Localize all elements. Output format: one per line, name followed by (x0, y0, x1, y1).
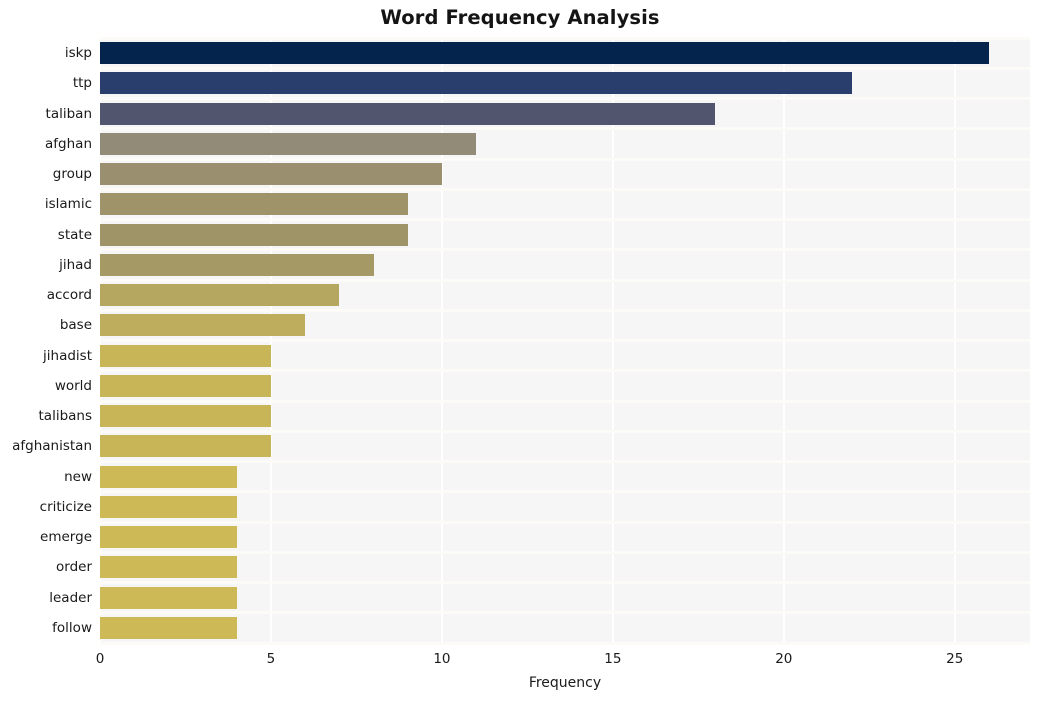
chart-figure: Word Frequency Analysis iskp ttp taliban af… (0, 0, 1040, 701)
bar-base[interactable] (100, 314, 306, 337)
y-tick-label-emerge: emerge (40, 529, 92, 546)
x-tick-label-5: 5 (266, 651, 276, 667)
bar-afghan[interactable] (100, 132, 477, 155)
row-separator (100, 399, 1030, 403)
bar-talibans[interactable] (100, 405, 271, 428)
row-separator (100, 490, 1030, 494)
bar-leader[interactable] (100, 586, 237, 609)
y-axis-tick-labels: iskp ttp taliban afghan group islamic state jih… (0, 38, 92, 643)
row-separator (100, 248, 1030, 252)
row-separator (100, 429, 1030, 433)
y-tick-label-group: group (52, 166, 92, 183)
row-separator (100, 369, 1030, 373)
bar-islamic[interactable] (100, 193, 408, 216)
row-separator (100, 641, 1030, 645)
bar-follow[interactable] (100, 616, 237, 639)
row-separator (100, 187, 1030, 191)
y-tick-label-world: world (54, 377, 92, 394)
y-tick-label-iskp: iskp (64, 45, 92, 62)
bar-new[interactable] (100, 465, 237, 488)
row-separator (100, 581, 1030, 584)
row-separator (100, 611, 1030, 615)
x-tick-label-0: 0 (95, 651, 105, 667)
y-tick-label-order: order (56, 559, 92, 576)
plot-area (99, 36, 1030, 645)
page-title: Word Frequency Analysis (380, 6, 660, 29)
row-separator (100, 339, 1030, 342)
y-tick-label-ttp: ttp (72, 75, 92, 92)
y-tick-label-jihadist: jihadist (43, 347, 92, 364)
bar-iskp[interactable] (100, 42, 989, 65)
row-separator (100, 550, 1030, 554)
row-separator (100, 66, 1030, 70)
bar-group[interactable] (100, 163, 442, 186)
bar-world[interactable] (100, 374, 271, 397)
bar-jihad[interactable] (100, 253, 374, 276)
y-tick-label-follow: follow (52, 619, 92, 636)
x-tick-label-25: 25 (946, 651, 964, 667)
row-separator (100, 97, 1030, 100)
row-separator (100, 218, 1030, 221)
row-separator (100, 278, 1030, 282)
row-separator (100, 157, 1030, 161)
bar-jihadist[interactable] (100, 344, 271, 367)
bar-criticize[interactable] (100, 495, 237, 518)
row-separator (100, 460, 1030, 463)
y-tick-label-talibans: talibans (38, 408, 93, 425)
x-tick-label-20: 20 (775, 651, 793, 667)
y-tick-label-afghanistan: afghanistan (12, 438, 92, 455)
x-tick-label-10: 10 (433, 651, 451, 667)
bar-emerge[interactable] (100, 526, 237, 549)
bar-ttp[interactable] (100, 72, 853, 95)
y-tick-label-leader: leader (49, 589, 92, 606)
bar-accord[interactable] (100, 284, 340, 307)
y-tick-label-new: new (64, 468, 92, 485)
y-tick-label-state: state (57, 226, 92, 243)
x-tick-label-15: 15 (604, 651, 622, 667)
y-tick-label-accord: accord (46, 287, 92, 304)
y-tick-label-base: base (59, 317, 92, 334)
bar-state[interactable] (100, 223, 408, 246)
bar-afghanistan[interactable] (100, 435, 271, 458)
bar-order[interactable] (100, 556, 237, 579)
x-axis-label: Frequency (528, 675, 602, 691)
y-tick-label-taliban: taliban (45, 105, 92, 122)
row-separator (100, 127, 1030, 131)
row-separator (100, 308, 1030, 312)
y-tick-label-islamic: islamic (44, 196, 92, 213)
y-tick-label-jihad: jihad (59, 256, 92, 273)
y-tick-label-criticize: criticize (39, 498, 92, 515)
y-tick-label-afghan: afghan (45, 135, 92, 152)
row-separator (100, 520, 1030, 524)
row-separator (100, 36, 1030, 40)
x-axis-tick-labels: 0 5 10 15 20 25 (0, 651, 1040, 671)
bar-taliban[interactable] (100, 102, 716, 125)
